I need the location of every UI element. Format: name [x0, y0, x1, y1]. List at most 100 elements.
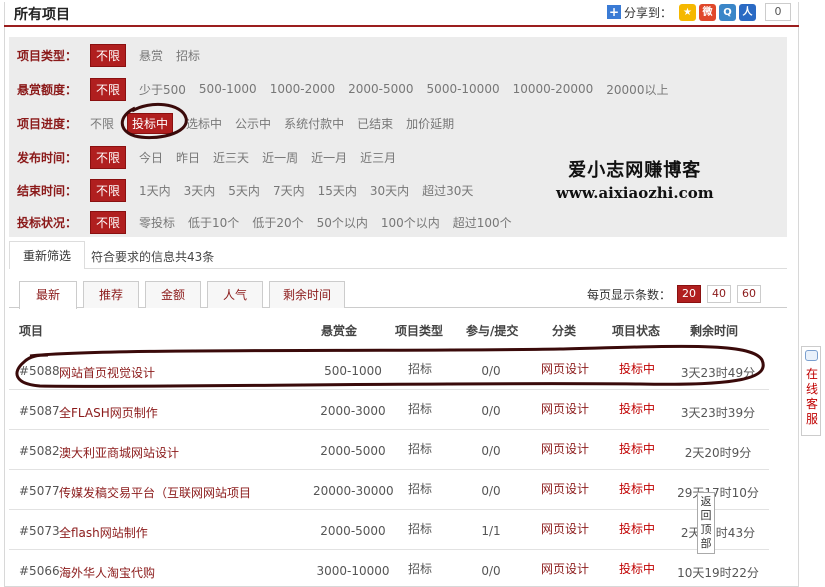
reward-cell: 3000-10000	[316, 564, 390, 578]
filter-option[interactable]: 不限	[90, 77, 127, 101]
tab-amount[interactable]: 金额	[145, 281, 201, 308]
filter-option[interactable]: 近一月	[311, 149, 347, 166]
status-cell: 投标中	[618, 442, 655, 456]
filter-option[interactable]: 今日	[139, 149, 163, 166]
column-header: 项目状态	[612, 324, 661, 338]
filter-option[interactable]: 不限	[90, 178, 127, 202]
tab-remaining-time[interactable]: 剩余时间	[269, 281, 345, 308]
status-cell: 投标中	[618, 562, 655, 576]
filter-option[interactable]: 招标	[176, 47, 200, 64]
filter-option[interactable]: 500-1000	[199, 82, 257, 96]
refilter-bar: 重新筛选 符合要求的信息共43条	[9, 241, 787, 269]
filter-option[interactable]: 低于20个	[252, 214, 303, 231]
tab-latest[interactable]: 最新	[19, 281, 77, 309]
filter-label: 悬赏额度：	[17, 82, 78, 97]
filter-option[interactable]: 昨日	[176, 149, 200, 166]
table-header: 项目 悬赏金 项目类型 参与/提交 分类 项目状态 剩余时间	[9, 318, 769, 344]
category-cell[interactable]: 网页设计	[535, 520, 595, 537]
project-id: #5066	[19, 564, 60, 578]
share-count: 0	[765, 3, 791, 21]
sina-weibo-icon[interactable]: 微	[699, 3, 716, 21]
project-name-link[interactable]: 海外华人淘宝代购	[59, 564, 155, 581]
project-name-link[interactable]: 澳大利亚商城网站设计	[59, 444, 179, 461]
filter-option[interactable]: 100个以内	[381, 214, 440, 231]
filter-option[interactable]: 1000-2000	[270, 82, 335, 96]
filter-option[interactable]: 20000以上	[606, 81, 668, 98]
filter-option[interactable]: 不限	[90, 43, 127, 67]
reward-cell: 500-1000	[324, 364, 382, 378]
filter-option[interactable]: 悬赏	[139, 47, 163, 64]
reward-cell: 2000-5000	[320, 524, 386, 538]
remaining-cell: 29天17时10分	[677, 486, 759, 500]
filter-option[interactable]: 1天内	[139, 182, 171, 199]
tab-popularity[interactable]: 人气	[207, 281, 263, 308]
qzone-icon[interactable]: ★	[679, 3, 696, 21]
filter-option[interactable]: 30天内	[370, 182, 409, 199]
filter-option[interactable]: 低于10个	[188, 214, 239, 231]
per-page-60[interactable]: 60	[737, 285, 761, 303]
watermark: 爱小志网赚博客 www.aixiaozhi.com	[556, 156, 714, 202]
filter-option[interactable]: 5天内	[228, 182, 260, 199]
participation-cell: 0/0	[481, 484, 501, 498]
filter-option[interactable]: 3天内	[184, 182, 216, 199]
type-cell: 招标	[407, 522, 432, 536]
category-cell[interactable]: 网页设计	[535, 480, 595, 497]
category-cell[interactable]: 网页设计	[535, 360, 595, 377]
plus-icon[interactable]: +	[606, 5, 621, 19]
filter-option[interactable]: 近一周	[262, 149, 298, 166]
remaining-cell: 10天19时22分	[677, 566, 759, 580]
filter-option[interactable]: 10000-20000	[513, 82, 594, 96]
project-id: #5087	[19, 404, 60, 418]
column-header: 悬赏金	[321, 324, 358, 338]
filter-option[interactable]: 系统付款中	[284, 115, 344, 132]
filter-option[interactable]: 超过100个	[453, 214, 512, 231]
project-id: #5073	[19, 524, 60, 538]
reward-cell: 20000-30000	[313, 484, 394, 498]
filter-option[interactable]: 50个以内	[317, 214, 368, 231]
per-page-20[interactable]: 20	[677, 285, 701, 303]
category-cell[interactable]: 网页设计	[535, 400, 595, 417]
table-row: #5082 澳大利亚商城网站设计 2000-5000 招标 0/0 网页设计 投标中 2天20…	[9, 432, 769, 470]
filter-option[interactable]: 不限	[90, 115, 114, 132]
status-cell: 投标中	[618, 402, 655, 416]
online-service-button[interactable]: 在线客服	[801, 346, 821, 436]
filter-option[interactable]: 5000-10000	[427, 82, 500, 96]
refilter-button[interactable]: 重新筛选	[9, 241, 85, 269]
filter-option[interactable]: 投标中	[127, 112, 174, 134]
participation-cell: 0/0	[481, 364, 501, 378]
filter-row-reward: 悬赏额度： 不限 少于500 500-1000 1000-2000 2000-5…	[17, 77, 681, 101]
filter-option[interactable]: 少于500	[139, 81, 186, 98]
filter-option[interactable]: 公示中	[235, 115, 271, 132]
filter-option[interactable]: 加价延期	[406, 115, 454, 132]
filter-option[interactable]: 选标中	[186, 115, 222, 132]
filter-option[interactable]: 近三月	[360, 149, 396, 166]
table-row: #5077 传媒发稿交易平台（互联网网站项目 20000-30000 招标 0/0 网页设…	[9, 472, 769, 510]
type-cell: 招标	[407, 562, 432, 576]
back-to-top-button[interactable]: 返回顶部	[697, 492, 715, 554]
status-cell: 投标中	[618, 522, 655, 536]
project-name-link[interactable]: 网站首页视觉设计	[59, 364, 155, 381]
category-cell[interactable]: 网页设计	[535, 440, 595, 457]
renren-icon[interactable]: 人	[739, 3, 756, 21]
type-cell: 招标	[407, 442, 432, 456]
project-name-link[interactable]: 传媒发稿交易平台（互联网网站项目	[59, 484, 251, 501]
filter-label: 结束时间：	[17, 183, 78, 198]
filter-row-bids: 投标状况： 不限 零投标 低于10个 低于20个 50个以内 100个以内 超过…	[17, 210, 525, 234]
per-page-40[interactable]: 40	[707, 285, 731, 303]
project-name-link[interactable]: 全FLASH网页制作	[59, 404, 158, 421]
filter-option[interactable]: 不限	[90, 145, 127, 169]
filter-option[interactable]: 零投标	[139, 214, 175, 231]
chat-icon	[805, 350, 818, 361]
filter-option[interactable]: 15天内	[318, 182, 357, 199]
project-name-link[interactable]: 全flash网站制作	[59, 524, 148, 541]
filter-option[interactable]: 2000-5000	[348, 82, 413, 96]
category-cell[interactable]: 网页设计	[535, 560, 595, 577]
column-header: 剩余时间	[690, 324, 739, 338]
filter-option[interactable]: 7天内	[273, 182, 305, 199]
filter-option[interactable]: 已结束	[357, 115, 393, 132]
tab-recommended[interactable]: 推荐	[83, 281, 139, 308]
filter-option[interactable]: 不限	[90, 210, 127, 234]
filter-option[interactable]: 超过30天	[422, 182, 473, 199]
filter-option[interactable]: 近三天	[213, 149, 249, 166]
tencent-weibo-icon[interactable]: Q	[719, 3, 736, 21]
